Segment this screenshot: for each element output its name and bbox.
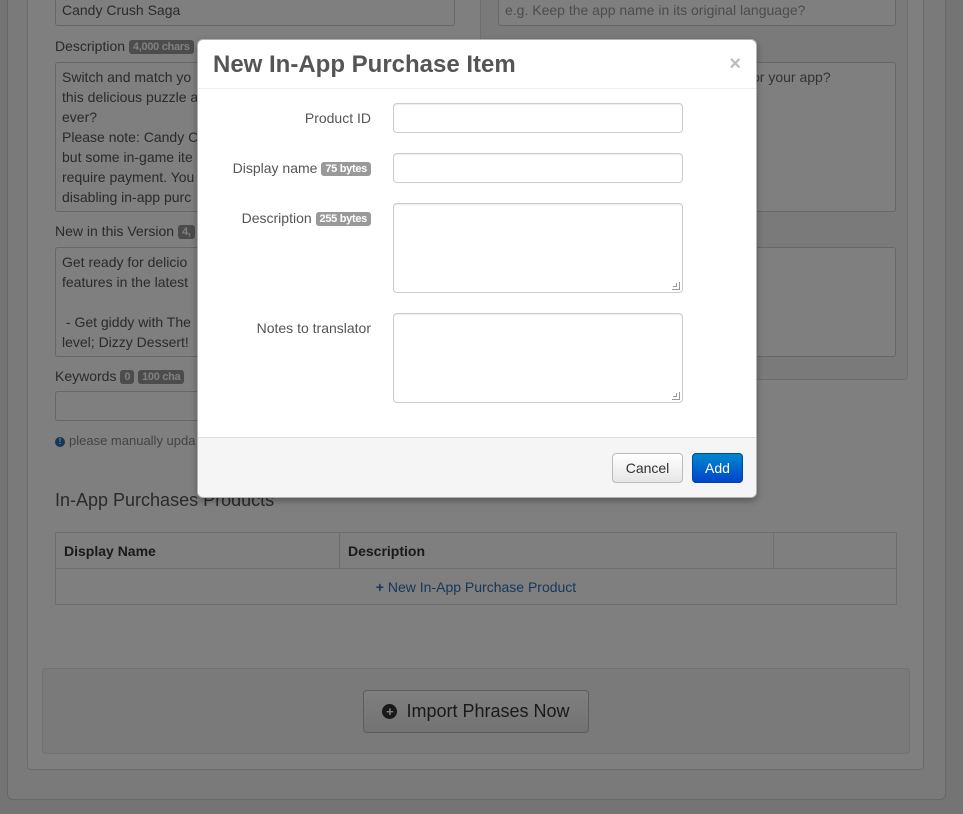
product-id-input[interactable] xyxy=(393,103,683,133)
cancel-button[interactable]: Cancel xyxy=(612,453,683,483)
new-iap-modal: New In-App Purchase Item × Product ID Di… xyxy=(197,39,757,498)
description-modal-label: Description 255 bytes xyxy=(241,210,371,227)
display-name-label: Display name 75 bytes xyxy=(232,160,371,177)
display-name-input[interactable] xyxy=(393,153,683,183)
description-bytes-badge: 255 bytes xyxy=(315,212,371,227)
modal-body: Product ID Display name 75 bytes Descrip… xyxy=(198,89,756,439)
description-modal-label-text: Description xyxy=(241,210,312,226)
modal-footer: Cancel Add xyxy=(198,437,756,497)
description-textarea[interactable] xyxy=(393,203,683,293)
modal-title: New In-App Purchase Item xyxy=(213,51,516,78)
notes-translator-textarea[interactable] xyxy=(393,313,683,403)
notes-translator-label: Notes to translator xyxy=(256,320,371,336)
product-id-label: Product ID xyxy=(304,110,371,126)
resize-handle-icon[interactable] xyxy=(672,282,680,290)
add-button[interactable]: Add xyxy=(692,453,743,483)
resize-handle-icon[interactable] xyxy=(672,392,680,400)
modal-header: New In-App Purchase Item × xyxy=(198,40,756,89)
display-name-label-text: Display name xyxy=(232,160,318,176)
close-icon[interactable]: × xyxy=(729,54,741,74)
display-name-bytes-badge: 75 bytes xyxy=(321,162,371,177)
